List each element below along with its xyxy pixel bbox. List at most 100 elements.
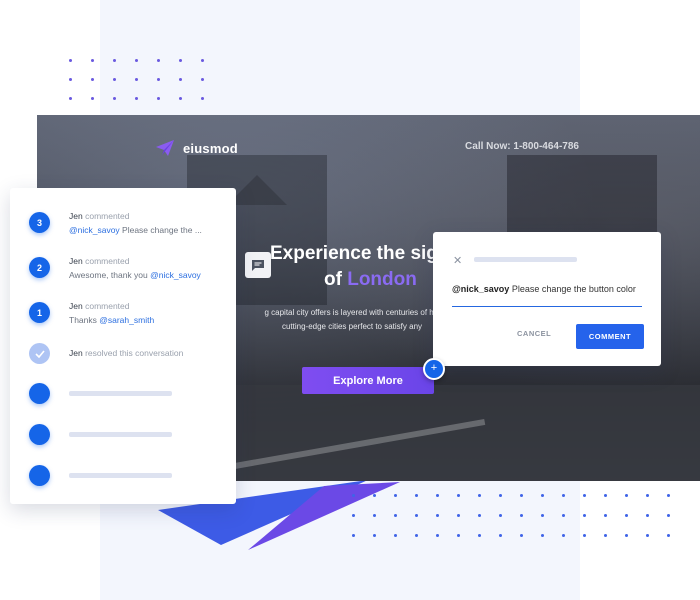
comment-count-badge: 2	[29, 257, 50, 278]
comment-verb: commented	[85, 256, 130, 266]
comment-item[interactable]: 3 Jen commented @nick_savoy Please chang…	[29, 209, 202, 237]
comment-thread-panel: 3 Jen commented @nick_savoy Please chang…	[10, 188, 236, 504]
comment-count-badge: 1	[29, 302, 50, 323]
decorative-dot	[646, 514, 649, 517]
decorative-dot	[541, 534, 544, 537]
comment-mention[interactable]: @sarah_smith	[99, 315, 154, 325]
placeholder-badge	[29, 465, 50, 486]
decorative-dot	[667, 494, 670, 497]
decorative-dot	[394, 514, 397, 517]
close-icon[interactable]: ✕	[453, 254, 462, 267]
decorative-dot	[478, 494, 481, 497]
decorative-dot	[625, 514, 628, 517]
plus-icon[interactable]: +	[423, 358, 445, 380]
comment-text: Jen commented Thanks @sarah_smith	[69, 299, 154, 327]
comment-text: Jen commented @nick_savoy Please change …	[69, 209, 202, 237]
decorative-dot	[499, 514, 502, 517]
decorative-dot	[415, 534, 418, 537]
comment-author: Jen	[69, 211, 83, 221]
decorative-dot	[415, 494, 418, 497]
decorative-dots-bottom	[352, 494, 670, 537]
placeholder-item	[29, 465, 172, 486]
comment-author: Jen	[69, 256, 83, 266]
decorative-dot	[478, 514, 481, 517]
decorative-dot	[352, 494, 355, 497]
decorative-dot	[113, 59, 116, 62]
decorative-dot	[436, 534, 439, 537]
decorative-dot	[179, 59, 182, 62]
hero-title-accent: London	[347, 269, 417, 290]
explore-more-button[interactable]: Explore More	[302, 367, 434, 394]
decorative-dot	[157, 78, 160, 81]
decorative-dot	[604, 514, 607, 517]
decorative-dot	[583, 494, 586, 497]
decorative-dots-top	[69, 59, 204, 100]
comment-count-badge: 3	[29, 212, 50, 233]
placeholder-bar	[69, 473, 172, 478]
comment-item-resolved[interactable]: Jen resolved this conversation	[29, 343, 183, 364]
comment-item[interactable]: 2 Jen commented Awesome, thank you @nick…	[29, 254, 201, 282]
decorative-dot	[520, 494, 523, 497]
comment-mention[interactable]: @nick_savoy	[69, 225, 120, 235]
decorative-dot	[499, 534, 502, 537]
placeholder-bar	[69, 432, 172, 437]
decorative-dot	[91, 78, 94, 81]
decorative-dot	[520, 514, 523, 517]
comment-message: Thanks	[69, 315, 100, 325]
decorative-dot	[201, 59, 204, 62]
call-now-link[interactable]: Call Now: 1-800-464-786	[465, 141, 579, 152]
dialog-title-placeholder	[474, 257, 577, 262]
decorative-dot	[91, 97, 94, 100]
decorative-dot	[583, 514, 586, 517]
decorative-dot	[457, 514, 460, 517]
placeholder-item	[29, 424, 172, 445]
cancel-button[interactable]: CANCEL	[517, 329, 551, 338]
comment-author: Jen	[69, 348, 83, 358]
decorative-dot	[667, 534, 670, 537]
decorative-dot	[157, 59, 160, 62]
decorative-dot	[583, 534, 586, 537]
decorative-dot	[646, 494, 649, 497]
comment-verb: resolved this conversation	[85, 348, 184, 358]
decorative-dot	[69, 59, 72, 62]
decorative-dot	[562, 514, 565, 517]
decorative-dot	[499, 494, 502, 497]
decorative-dot	[373, 534, 376, 537]
decorative-dot	[91, 59, 94, 62]
comment-verb: commented	[85, 301, 130, 311]
comment-message: Please change the ...	[119, 225, 202, 235]
brand-logo[interactable]: eiusmod	[155, 139, 238, 157]
decorative-dot	[179, 97, 182, 100]
comment-verb: commented	[85, 211, 130, 221]
chat-bubble-icon[interactable]	[245, 252, 271, 278]
decorative-dot	[69, 78, 72, 81]
decorative-dot	[520, 534, 523, 537]
decorative-dot	[562, 534, 565, 537]
decorative-dot	[179, 78, 182, 81]
comment-author: Jen	[69, 301, 83, 311]
decorative-dot	[415, 514, 418, 517]
decorative-dot	[562, 494, 565, 497]
decorative-dot	[135, 97, 138, 100]
decorative-dot	[457, 494, 460, 497]
decorative-dot	[394, 494, 397, 497]
placeholder-item	[29, 383, 172, 404]
comment-text: Jen commented Awesome, thank you @nick_s…	[69, 254, 201, 282]
comment-message: Awesome, thank you	[69, 270, 151, 280]
decorative-dot	[436, 514, 439, 517]
check-icon-glyph	[34, 349, 45, 358]
comment-text: Jen resolved this conversation	[69, 346, 183, 360]
decorative-dot	[113, 97, 116, 100]
decorative-dot	[625, 534, 628, 537]
decorative-dot	[604, 534, 607, 537]
comment-input[interactable]: @nick_savoy Please change the button col…	[452, 284, 642, 307]
decorative-dot	[352, 534, 355, 537]
decorative-dot	[541, 514, 544, 517]
comment-button[interactable]: COMMENT	[576, 324, 644, 349]
comment-dialog: ✕ @nick_savoy Please change the button c…	[433, 232, 661, 366]
paper-plane-icon	[156, 140, 174, 156]
comment-input-mention: @nick_savoy	[452, 284, 510, 294]
placeholder-bar	[69, 391, 172, 396]
comment-item[interactable]: 1 Jen commented Thanks @sarah_smith	[29, 299, 154, 327]
comment-mention[interactable]: @nick_savoy	[150, 270, 201, 280]
